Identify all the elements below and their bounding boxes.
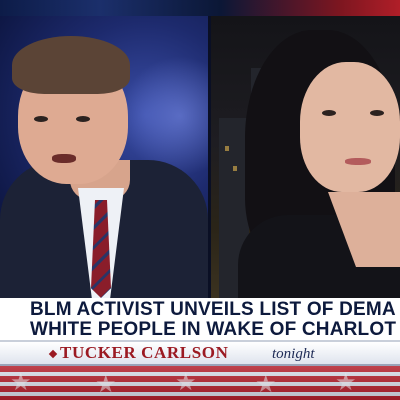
studio-glow (120, 56, 208, 176)
host-mouth (52, 154, 76, 163)
host-eye-left (34, 116, 48, 122)
guest-eye-left (322, 110, 336, 116)
headline-line-2: WHITE PEOPLE IN WAKE OF CHARLOT (30, 319, 397, 340)
headline-line-1: BLM ACTIVIST UNVEILS LIST OF DEMA (30, 299, 396, 320)
guest-eye-right (370, 110, 384, 116)
network-top-strip (0, 0, 400, 16)
host-hair (12, 36, 130, 94)
show-title-suffix: tonight (272, 346, 315, 362)
host-eye-right (76, 116, 90, 122)
show-title: TUCKER CARLSON (60, 343, 229, 362)
building-window (233, 166, 237, 171)
guest-mouth (345, 158, 371, 165)
building-window (225, 146, 229, 151)
flag-shading (0, 366, 400, 400)
guest-face (300, 62, 400, 192)
